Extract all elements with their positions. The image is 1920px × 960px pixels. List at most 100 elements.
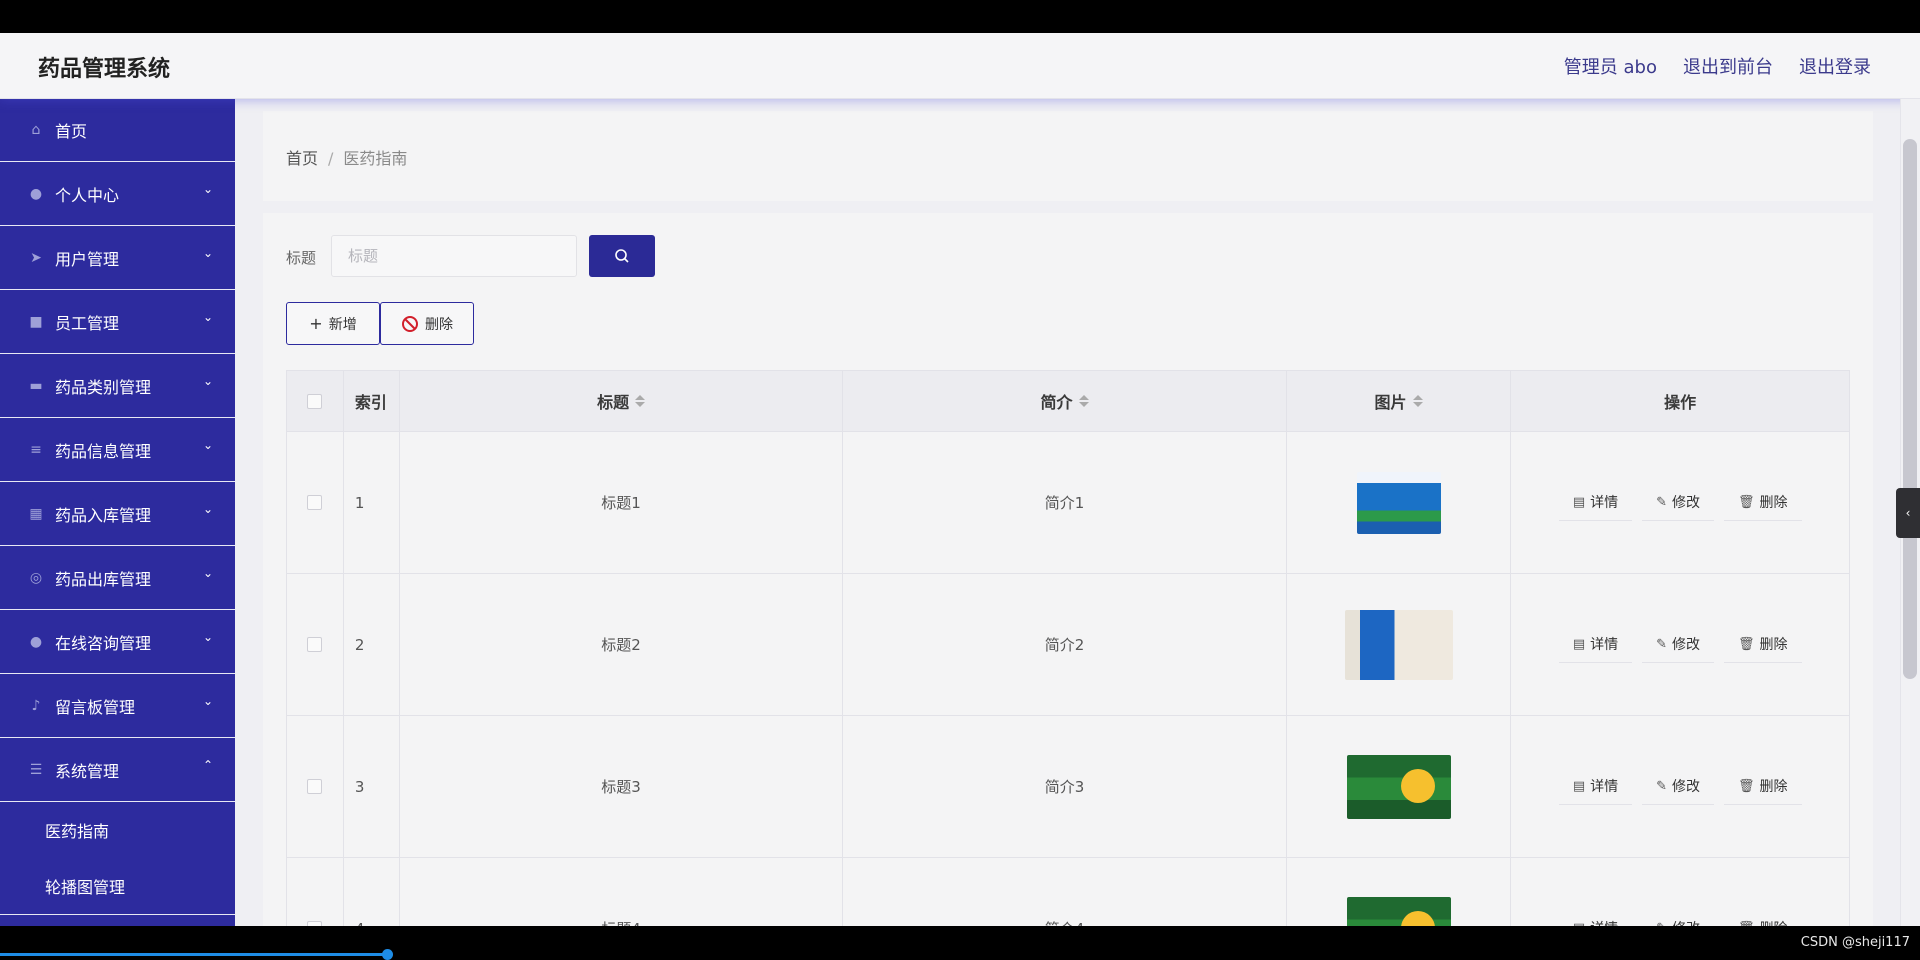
header-intro[interactable]: 简介 bbox=[843, 371, 1287, 431]
detail-label: 详情 bbox=[1590, 495, 1619, 511]
row-index: 3 bbox=[344, 716, 400, 857]
detail-button[interactable]: ▤详情 bbox=[1558, 769, 1633, 805]
playback-progress[interactable] bbox=[0, 953, 388, 956]
search-icon bbox=[615, 249, 629, 263]
batch-delete-button[interactable]: 删除 bbox=[380, 302, 474, 345]
sidebar-item-label: 用户管理 bbox=[55, 249, 120, 269]
list-icon: ☰ bbox=[29, 761, 43, 778]
sidebar-item-drug-category[interactable]: ▬ 药品类别管理 ⌄ bbox=[0, 354, 235, 418]
delete-button[interactable]: 🗑删除 bbox=[1724, 627, 1802, 663]
search-button[interactable] bbox=[589, 235, 655, 277]
row-intro: 简介4 bbox=[843, 858, 1287, 926]
chevron-left-icon: ‹ bbox=[1905, 506, 1911, 520]
delete-button[interactable]: 🗑删除 bbox=[1724, 485, 1802, 521]
chevron-down-icon: ⌄ bbox=[203, 310, 214, 324]
delete-button[interactable]: 🗑删除 bbox=[1724, 769, 1802, 805]
top-header: 药品管理系统 管理员 abo 退出到前台 退出登录 bbox=[0, 33, 1920, 99]
search-label: 标题 bbox=[286, 249, 317, 267]
sidebar-item-staff[interactable]: ■ 员工管理 ⌄ bbox=[0, 290, 235, 354]
header-operations: 操作 bbox=[1664, 393, 1697, 412]
sidebar-item-consult[interactable]: ● 在线咨询管理 ⌄ bbox=[0, 610, 235, 674]
row-checkbox[interactable] bbox=[307, 495, 323, 510]
document-icon: ▤ bbox=[1572, 494, 1586, 510]
sort-icon bbox=[1078, 395, 1089, 407]
sidebar-item-message-board[interactable]: ♪ 留言板管理 ⌄ bbox=[0, 674, 235, 738]
edit-button[interactable]: ✎修改 bbox=[1642, 627, 1715, 663]
sidebar-item-label: 首页 bbox=[55, 122, 88, 141]
edit-button[interactable]: ✎修改 bbox=[1642, 911, 1714, 927]
sliders-icon: ≡ bbox=[30, 441, 42, 458]
delete-button[interactable]: 🗑删除 bbox=[1724, 911, 1802, 927]
sidebar-item-drug-info[interactable]: ≡ 药品信息管理 ⌄ bbox=[0, 418, 235, 482]
collapse-panel-toggle[interactable]: ‹ bbox=[1896, 488, 1920, 538]
exit-to-frontend-link[interactable]: 退出到前台 bbox=[1683, 53, 1773, 79]
compass-icon: ◎ bbox=[29, 569, 43, 586]
row-select-cell bbox=[287, 432, 344, 573]
header-title[interactable]: 标题 bbox=[400, 371, 844, 431]
row-intro: 简介2 bbox=[843, 574, 1287, 715]
playback-handle[interactable] bbox=[382, 949, 393, 960]
action-buttons: + 新增 删除 bbox=[286, 302, 474, 345]
sidebar-item-label: 在线咨询管理 bbox=[55, 633, 152, 653]
edit-label: 修改 bbox=[1672, 779, 1701, 795]
logout-link[interactable]: 退出登录 bbox=[1799, 53, 1871, 79]
briefcase-icon: ■ bbox=[29, 313, 43, 330]
chevron-down-icon: ⌄ bbox=[203, 694, 214, 708]
sidebar-item-users[interactable]: ➤ 用户管理 ⌄ bbox=[0, 226, 235, 290]
table-row: 3 标题3 简介3 ▤ 详情 ✎ 修改 🗑 删除 bbox=[287, 716, 1849, 858]
sidebar-item-profile[interactable]: ● 个人中心 ⌄ bbox=[0, 162, 235, 226]
sidebar-item-system[interactable]: ☰ 系统管理 ⌃ bbox=[0, 738, 235, 802]
detail-button[interactable]: ▤详情 bbox=[1559, 911, 1632, 927]
edit-icon: ✎ bbox=[1656, 636, 1668, 652]
detail-button[interactable]: ▤详情 bbox=[1558, 485, 1633, 521]
delete-label: 删除 bbox=[1759, 779, 1788, 795]
row-title: 标题2 bbox=[400, 574, 844, 715]
sidebar-item-label: 药品类别管理 bbox=[55, 377, 152, 397]
header-title-label: 标题 bbox=[597, 393, 630, 412]
sidebar-item-stock-out[interactable]: ◎ 药品出库管理 ⌄ bbox=[0, 546, 235, 610]
header-index: 索引 bbox=[344, 371, 400, 431]
row-image-cell bbox=[1287, 716, 1512, 857]
table-header: 索引 标题 简介 图片 操作 bbox=[287, 371, 1849, 432]
document-icon: ▤ bbox=[1572, 636, 1586, 652]
breadcrumb-home[interactable]: 首页 bbox=[286, 149, 318, 168]
breadcrumb-card: 首页 / 医药指南 bbox=[263, 111, 1873, 201]
edit-button[interactable]: ✎修改 bbox=[1642, 769, 1715, 805]
header-image[interactable]: 图片 bbox=[1287, 371, 1512, 431]
sidebar-subitem-carousel[interactable]: 轮播图管理 bbox=[0, 858, 235, 914]
content-card: 标题 + 新增 删除 索引 标题 简介 图片 操作 bbox=[263, 213, 1873, 926]
row-title: 标题1 bbox=[400, 432, 844, 573]
home-icon: ⌂ bbox=[31, 122, 41, 138]
sidebar-item-home[interactable]: ⌂ 首页 bbox=[0, 99, 235, 162]
sidebar-item-label: 留言板管理 bbox=[55, 697, 136, 717]
add-button[interactable]: + 新增 bbox=[286, 302, 380, 345]
medicine-image bbox=[1356, 471, 1441, 534]
detail-label: 详情 bbox=[1590, 637, 1619, 653]
admin-user-label[interactable]: 管理员 abo bbox=[1564, 53, 1657, 79]
row-operations: ▤详情 ✎修改 🗑删除 bbox=[1511, 432, 1849, 573]
sidebar-item-stock-in[interactable]: ▦ 药品入库管理 ⌄ bbox=[0, 482, 235, 546]
system-submenu: 医药指南 轮播图管理 bbox=[0, 802, 235, 915]
op-group: ▤详情 ✎修改 🗑删除 bbox=[1559, 911, 1802, 927]
detail-button[interactable]: ▤详情 bbox=[1558, 627, 1633, 663]
scrollbar-thumb[interactable] bbox=[1903, 139, 1917, 679]
watermark: CSDN @sheji117 bbox=[1800, 935, 1910, 950]
header-select-all bbox=[287, 371, 344, 431]
trash-icon: 🗑 bbox=[1738, 636, 1755, 652]
breadcrumb-current: 医药指南 bbox=[343, 149, 408, 168]
sidebar-subitem-medicine-guide[interactable]: 医药指南 bbox=[0, 802, 235, 858]
row-select-cell bbox=[287, 716, 344, 857]
mic-icon: ♪ bbox=[31, 697, 41, 714]
top-links: 管理员 abo 退出到前台 退出登录 bbox=[1564, 53, 1871, 79]
select-all-checkbox[interactable] bbox=[307, 393, 323, 409]
row-index: 2 bbox=[344, 574, 400, 715]
chevron-down-icon: ⌄ bbox=[203, 182, 214, 196]
row-checkbox[interactable] bbox=[307, 637, 323, 652]
row-operations: ▤详情 ✎修改 🗑删除 bbox=[1511, 574, 1849, 715]
search-input[interactable] bbox=[331, 235, 577, 277]
app-title: 药品管理系统 bbox=[38, 57, 171, 82]
edit-button[interactable]: ✎修改 bbox=[1642, 485, 1715, 521]
document-icon: ▤ bbox=[1572, 778, 1586, 794]
row-select-cell bbox=[287, 574, 344, 715]
row-checkbox[interactable] bbox=[307, 779, 323, 794]
